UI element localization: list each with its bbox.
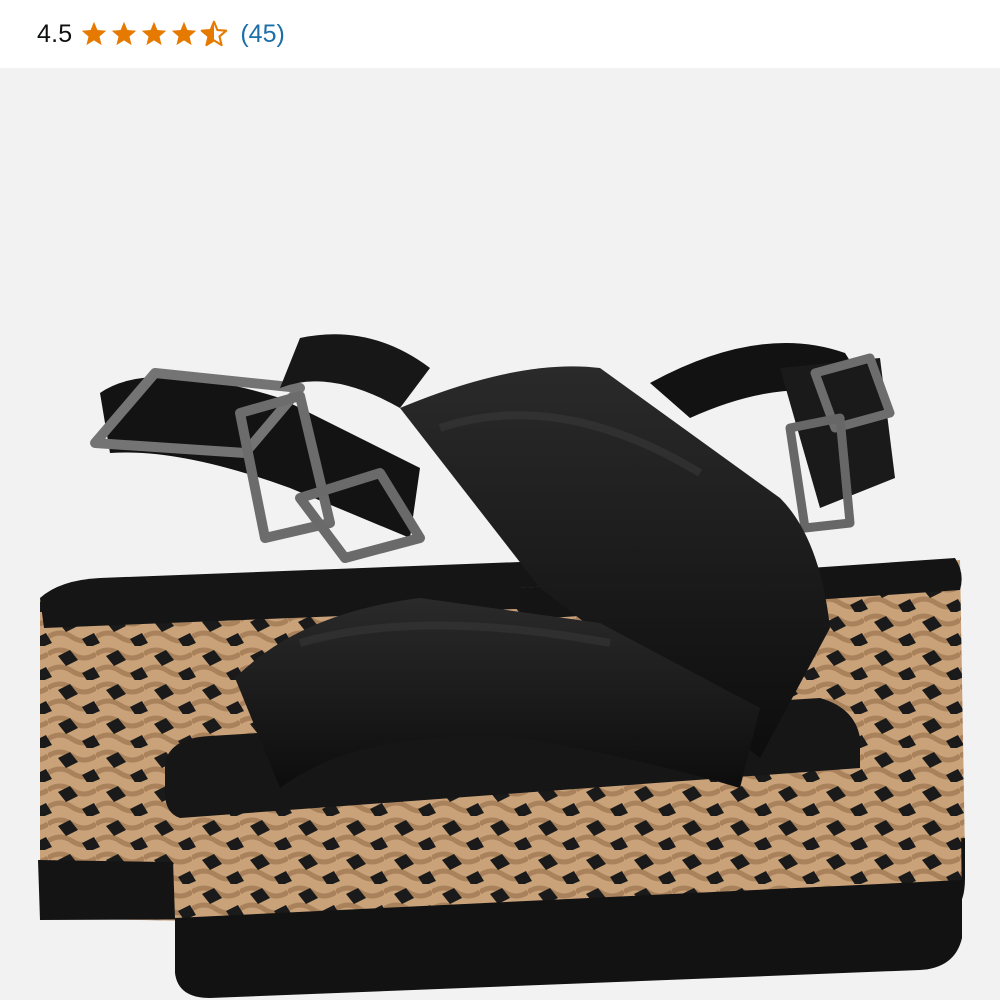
rating-summary[interactable]: 4.5 (45) [0,0,1000,68]
sandal-product-photo [38,334,965,998]
star-half-icon [201,20,228,47]
star-rating[interactable] [80,20,228,48]
star-full-icon [142,21,167,46]
product-image-container[interactable] [0,68,1000,1000]
star-full-icon [112,21,137,46]
star-full-icon [172,21,197,46]
star-full-icon [82,21,107,46]
review-count-link[interactable]: (45) [240,20,284,49]
rating-value: 4.5 [37,19,73,48]
